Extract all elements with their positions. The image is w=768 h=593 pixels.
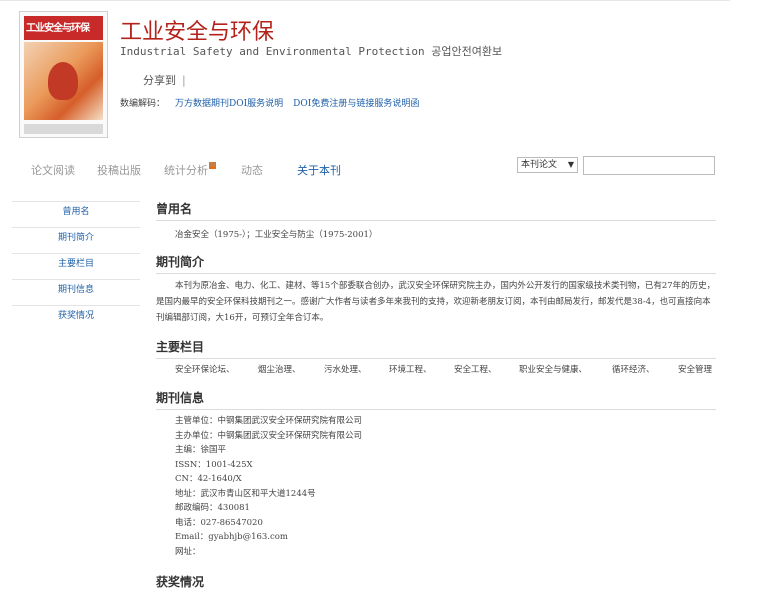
section-heading-former-names: 曾用名 <box>156 200 716 221</box>
sidebar-item-awards[interactable]: 获奖情况 <box>12 305 140 331</box>
journal-subtitle: Industrial Safety and Environmental Prot… <box>120 45 503 58</box>
top-divider <box>0 0 730 1</box>
search-scope-select[interactable]: 本刊论文 ▼ <box>517 157 578 173</box>
info-line-address: 地址：武汉市青山区和平大道1244号 <box>175 488 316 499</box>
section-heading-columns: 主要栏目 <box>156 338 716 359</box>
info-line-phone: 电话：027-86547020 <box>175 517 263 528</box>
tab-statistics-label: 统计分析 <box>164 164 208 177</box>
caret-down-icon: ▼ <box>567 160 574 169</box>
info-line-editor: 主编：徐国平 <box>175 445 227 455</box>
doi-service-link[interactable]: 万方数据期刊DOI服务说明 <box>175 99 283 109</box>
info-line-sponsor: 主办单位：中钢集团武汉安全环保研究院有限公司 <box>175 430 363 441</box>
search-scope-value: 本刊论文 <box>521 160 558 170</box>
share-label[interactable]: 分享到 <box>143 74 176 87</box>
column-item: 安全管理 <box>678 365 713 375</box>
new-badge-icon: N <box>209 162 216 169</box>
cover-rooster <box>48 62 78 100</box>
main-content: 曾用名 冶金安全（1975-）；工业安全与防尘（1975-2001） 期刊简介 … <box>156 200 716 593</box>
info-line-issn: ISSN：1001-425X <box>175 459 253 470</box>
column-item: 环境工程、 <box>389 365 432 375</box>
info-line-email: Email：gyabhjb@163.com <box>175 532 288 542</box>
column-item: 职业安全与健康、 <box>519 365 588 375</box>
column-item: 循环经济、 <box>612 365 655 375</box>
info-line-supervisor: 主管单位：中钢集团武汉安全环保研究院有限公司 <box>175 416 363 426</box>
cover-footer <box>24 124 103 134</box>
share-bar: 分享到 | <box>143 72 186 88</box>
tab-statistics[interactable]: 统计分析 N <box>164 162 216 178</box>
search-input[interactable] <box>583 156 715 175</box>
cover-title-band: 工业安全与环保 <box>24 16 103 40</box>
intro-text: 本刊为原冶金、电力、化工、建材、等15个部委联合创办，武汉安全环保研究院主办，国… <box>156 281 716 323</box>
info-line-cn: CN：42-1640/X <box>175 474 242 484</box>
sidebar-item-columns[interactable]: 主要栏目 <box>12 253 140 279</box>
doi-label: 数编解码： <box>120 99 166 109</box>
column-item: 安全工程、 <box>454 365 497 375</box>
journal-title: 工业安全与环保 <box>120 20 275 45</box>
doi-register-link[interactable]: DOI免费注册与链接服务说明函 <box>293 99 419 109</box>
info-line-website: 网址： <box>175 546 201 557</box>
former-names-text: 冶金安全（1975-）；工业安全与防尘（1975-2001） <box>175 230 378 240</box>
doi-bar: 数编解码： 万方数据期刊DOI服务说明 DOI免费注册与链接服务说明函 <box>120 96 419 109</box>
column-item: 烟尘治理、 <box>258 365 301 375</box>
section-heading-info: 期刊信息 <box>156 389 716 410</box>
info-line-postcode: 邮政编码：430081 <box>175 503 250 513</box>
sidebar-item-info[interactable]: 期刊信息 <box>12 279 140 305</box>
section-heading-intro: 期刊简介 <box>156 253 716 274</box>
journal-cover-image[interactable]: 工业安全与环保 <box>19 11 108 138</box>
cover-title: 工业安全与环保 <box>26 23 90 34</box>
sidebar: 曾用名 期刊简介 主要栏目 期刊信息 获奖情况 <box>12 201 140 331</box>
sidebar-item-former-names[interactable]: 曾用名 <box>12 201 140 227</box>
section-heading-awards: 获奖情况 <box>156 575 205 589</box>
tab-about[interactable]: 关于本刊 <box>297 162 341 178</box>
column-item: 污水处理、 <box>324 365 367 375</box>
share-separator: | <box>182 74 186 87</box>
tab-news[interactable]: 动态 <box>241 162 263 178</box>
columns-list: 安全环保论坛、 烟尘治理、 污水处理、 环境工程、 安全工程、 职业安全与健康、… <box>156 359 716 379</box>
tab-submission[interactable]: 投稿出版 <box>97 162 141 178</box>
sidebar-item-intro[interactable]: 期刊简介 <box>12 227 140 253</box>
column-item: 安全环保论坛、 <box>175 365 235 375</box>
info-list: 主管单位：中钢集团武汉安全环保研究院有限公司 主办单位：中钢集团武汉安全环保研究… <box>156 410 716 559</box>
tab-paper-reading[interactable]: 论文阅读 <box>31 162 75 178</box>
